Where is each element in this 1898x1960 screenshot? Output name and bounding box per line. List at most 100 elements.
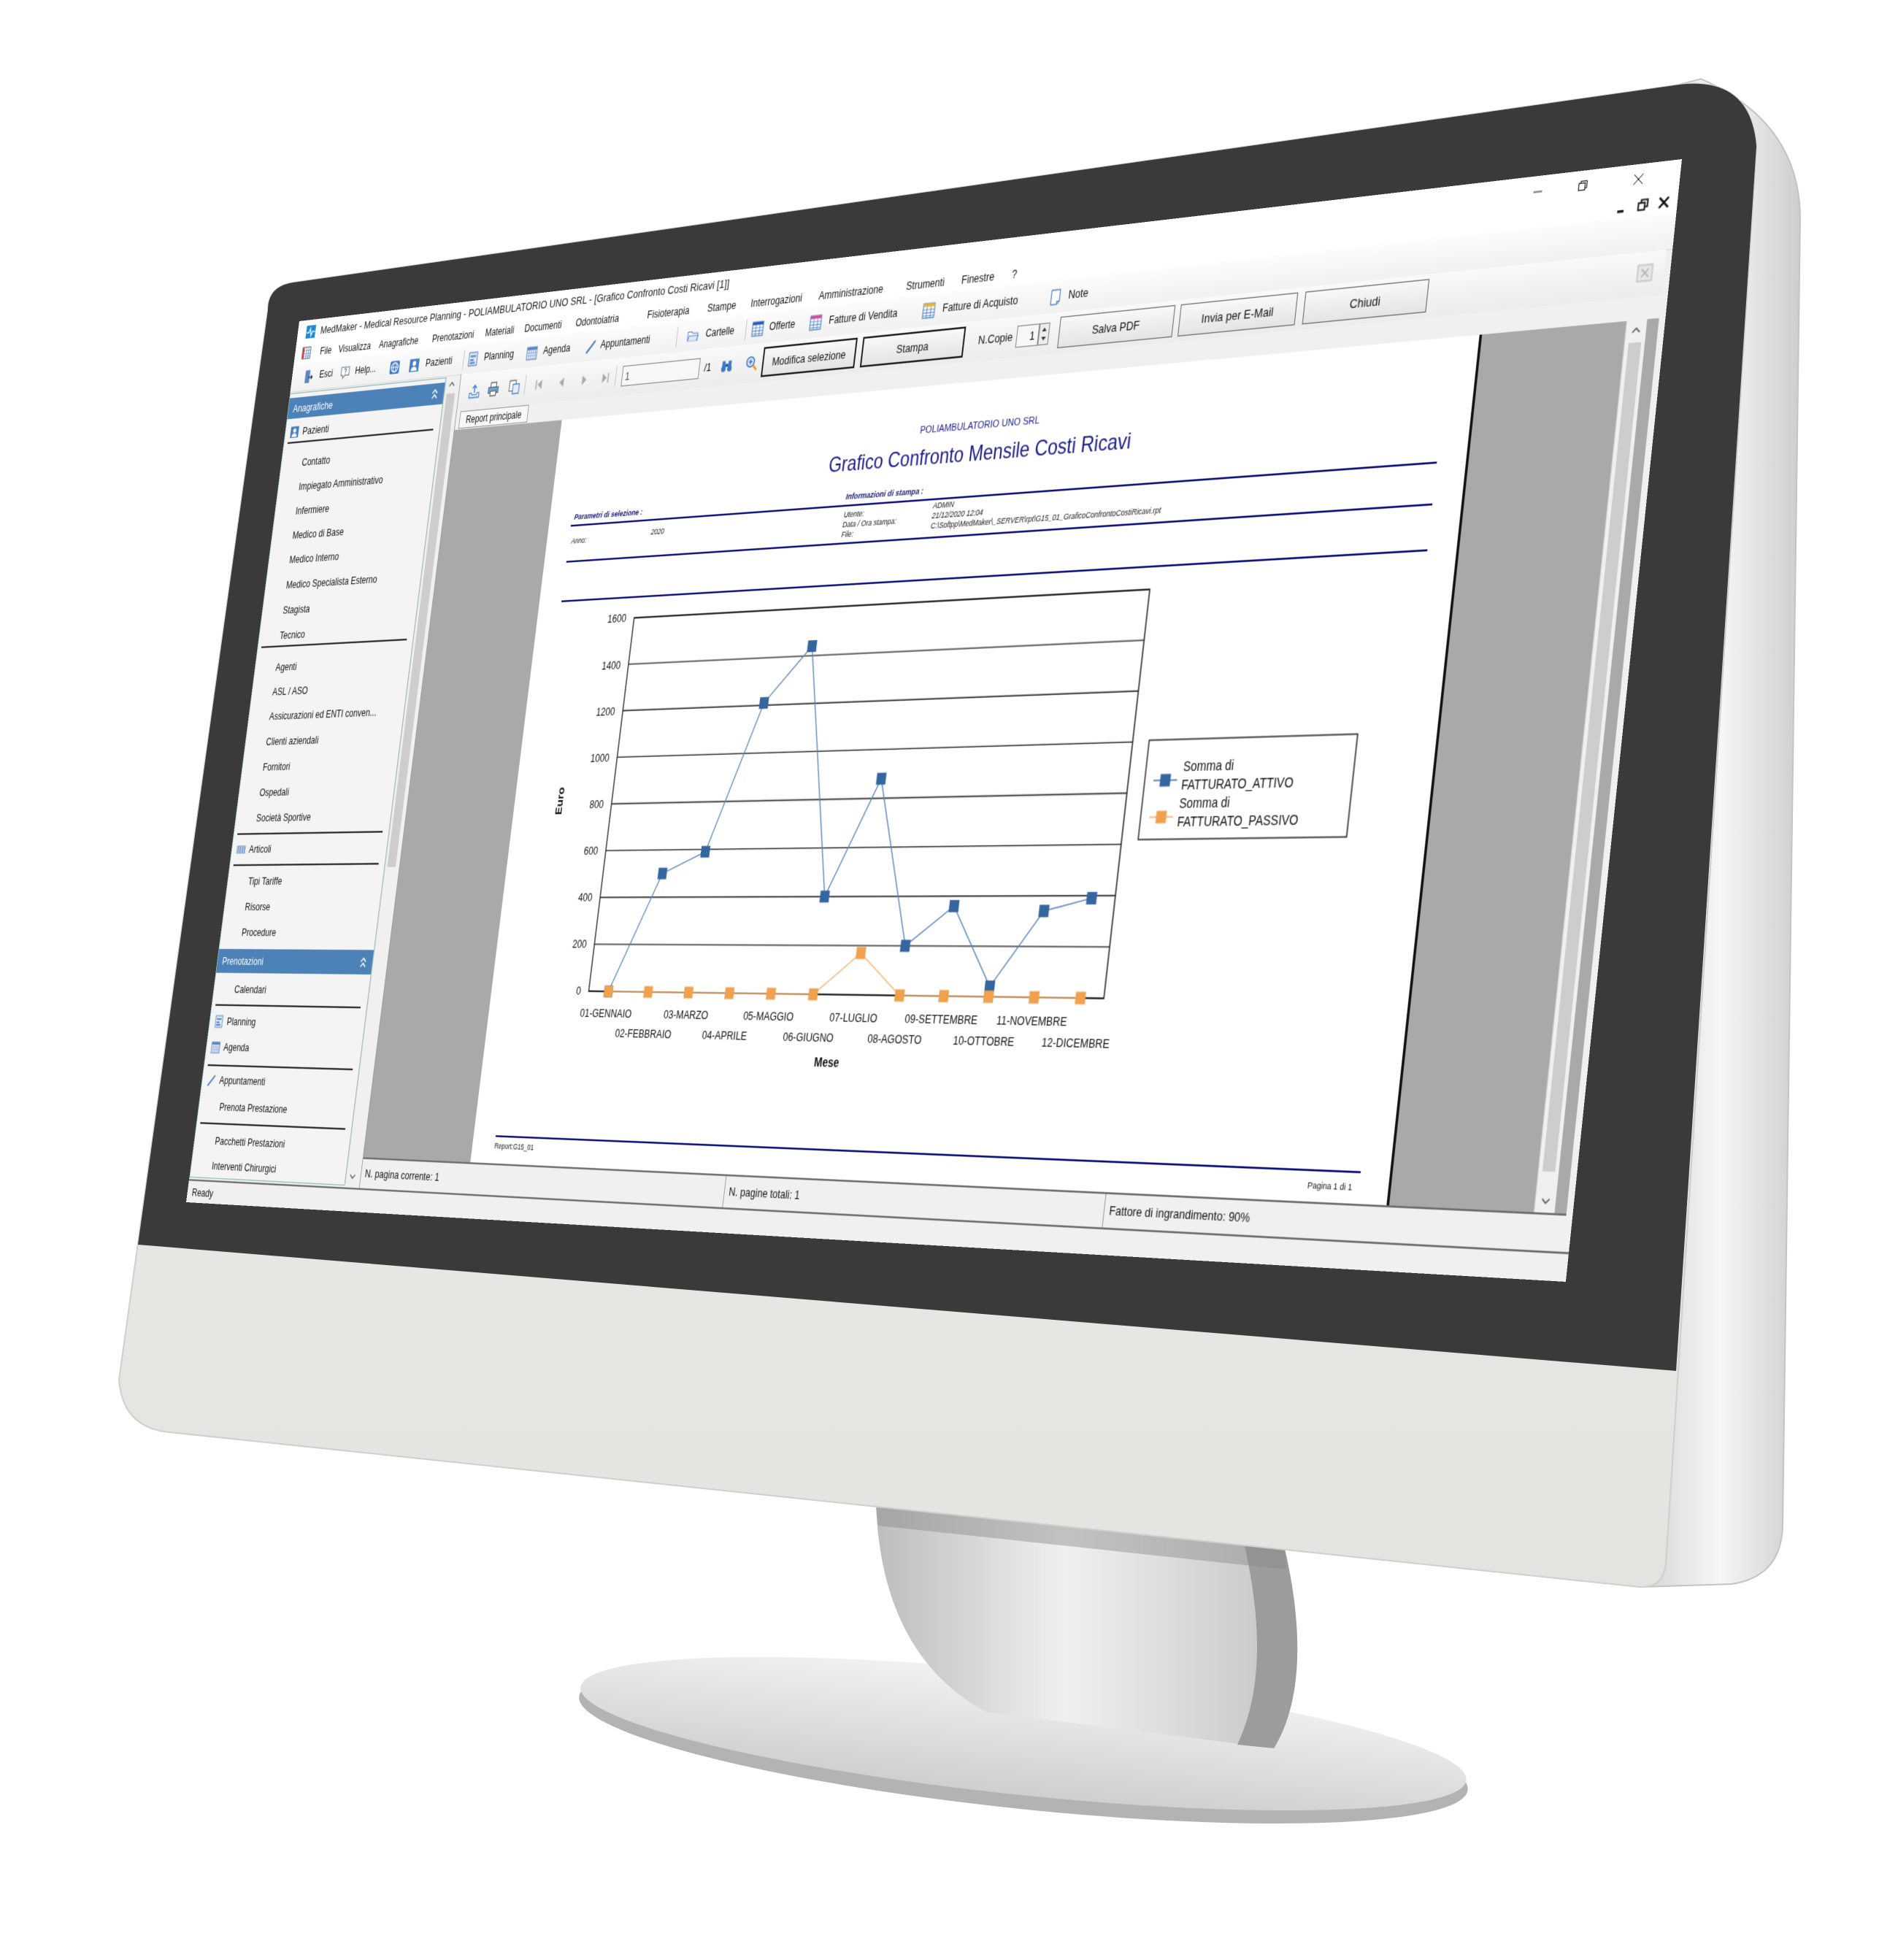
toolbar-web-button[interactable] <box>388 351 403 382</box>
toolbar-pazienti-button[interactable]: Pazienti <box>407 345 461 380</box>
sidebar-item-medico-di-base[interactable]: Medico di Base <box>271 518 428 545</box>
exit-icon <box>302 369 315 384</box>
toolbar-label: Appuntamenti <box>599 333 651 351</box>
sidebar-item-prenota-prestazione[interactable]: Prenota Prestazione <box>198 1098 354 1121</box>
sidebar-item-interventi-chirurgici[interactable]: Interventi Chirurgici <box>191 1157 347 1182</box>
sidebar-item-ospedali[interactable]: Ospedali <box>238 781 395 802</box>
sidebar-separator <box>207 1064 353 1070</box>
menu-strumenti[interactable]: Strumenti <box>905 276 945 293</box>
print-icon[interactable] <box>487 381 500 397</box>
sidebar-item-fornitori[interactable]: Fornitori <box>242 755 399 776</box>
menu-file[interactable]: File <box>319 345 332 357</box>
restore-button[interactable] <box>1561 168 1605 203</box>
gridline <box>600 896 1115 897</box>
sidebar-item-procedure[interactable]: Procedure <box>220 924 377 942</box>
sidebar-item-medico-specialista-esterno[interactable]: Medico Specialista Esterno <box>265 568 422 594</box>
legend-passivo-marker <box>1155 810 1167 824</box>
modifica-selezione-button[interactable]: Modifica selezione <box>760 337 858 377</box>
previous-page-icon[interactable] <box>555 374 568 390</box>
menu-fisioterapia[interactable]: Fisioterapia <box>647 304 691 321</box>
last-page-icon[interactable] <box>599 369 612 386</box>
sidebar-item-pacchetti-prestazioni[interactable]: Pacchetti Prestazioni <box>193 1132 350 1156</box>
sidebar-item-label: Risorse <box>244 900 272 913</box>
menu-finestre[interactable]: Finestre <box>961 270 995 286</box>
toolbar-note-button[interactable]: Note <box>1047 275 1100 314</box>
menu-documenti[interactable]: Documenti <box>524 319 563 335</box>
toolbar-help-button[interactable]: Help... <box>338 353 383 387</box>
chiudi-button[interactable]: Chiudi <box>1302 279 1430 325</box>
sidebar-item-tipi-tariffe[interactable]: Tipi Tariffe <box>227 872 384 890</box>
spin-arrows-icon[interactable] <box>1037 323 1050 346</box>
scroll-down-icon[interactable] <box>1540 1196 1551 1207</box>
minimize-button[interactable] <box>1516 174 1560 208</box>
sidebar-item-medico-interno[interactable]: Medico Interno <box>268 542 425 569</box>
sidebar-item-appuntamenti[interactable]: Appuntamenti <box>201 1072 358 1094</box>
copies-input[interactable] <box>1015 323 1040 348</box>
scroll-up-icon[interactable] <box>1630 325 1642 336</box>
passivo-marker <box>938 990 950 1003</box>
note-icon <box>1048 288 1063 307</box>
sidebar-item-contatto[interactable]: Contatto <box>280 442 437 472</box>
x-tick-label: 09-SETTEMBRE <box>904 1012 978 1027</box>
y-tick-label: 800 <box>589 798 605 811</box>
sidebar-item-risorse[interactable]: Risorse <box>223 899 380 915</box>
binoculars-icon[interactable] <box>720 357 734 374</box>
mdi-close-icon[interactable] <box>1657 195 1672 210</box>
report-id: Report:G15_01 <box>493 1141 534 1152</box>
menu-interrogazioni[interactable]: Interrogazioni <box>750 292 802 310</box>
grid-blue-icon <box>750 320 764 337</box>
close-button[interactable] <box>1616 161 1661 196</box>
sidebar-item-assicurazioni[interactable]: Assicurazioni ed ENTI conven... <box>248 703 405 726</box>
sidebar-item-tecnico[interactable]: Tecnico <box>258 620 415 645</box>
attivo-marker <box>807 639 818 653</box>
sidebar-item-articoli[interactable]: Articoli <box>231 839 388 858</box>
sidebar-item-clienti-aziendali[interactable]: Clienti aziendali <box>245 729 402 751</box>
menu-visualizza[interactable]: Visualizza <box>338 340 372 356</box>
sidebar-item-calendari[interactable]: Calendari <box>213 981 370 1000</box>
menu-prenotazioni[interactable]: Prenotazioni <box>431 328 474 345</box>
scroll-down-icon[interactable] <box>348 1172 356 1181</box>
sidebar-item-planning[interactable]: Planning <box>209 1013 365 1033</box>
sidebar-item-agenda[interactable]: Agenda <box>206 1039 362 1059</box>
menu-odontoiatria[interactable]: Odontoiatria <box>575 312 620 329</box>
scroll-up-icon[interactable] <box>447 380 456 388</box>
mdi-minimize-icon[interactable] <box>1615 199 1629 215</box>
globe-icon <box>388 359 401 375</box>
next-page-icon[interactable] <box>577 372 591 388</box>
page-number-input[interactable] <box>620 358 701 387</box>
document-icon[interactable] <box>301 346 312 360</box>
menu-materiali[interactable]: Materiali <box>485 324 515 339</box>
close-report-icon[interactable] <box>1636 263 1654 283</box>
sidebar-item-agenti[interactable]: Agenti <box>254 653 411 677</box>
collapse-chevron-icon[interactable] <box>360 958 367 968</box>
sidebar-item-societa-sportive[interactable]: Società Sportive <box>235 807 392 827</box>
y-tick-label: 400 <box>577 891 593 904</box>
sidebar-item-stagista[interactable]: Stagista <box>261 594 418 620</box>
menu-anagrafiche[interactable]: Anagrafiche <box>378 335 419 351</box>
attivo-marker <box>1038 904 1050 918</box>
collapse-chevron-icon[interactable] <box>431 389 439 399</box>
sidebar-item-infermiere[interactable]: Infermiere <box>274 492 431 520</box>
toolbar-separator <box>744 319 748 341</box>
barcode-icon <box>236 843 247 856</box>
menu-help[interactable]: ? <box>1011 268 1018 281</box>
sidebar-item-asl-aso[interactable]: ASL / ASO <box>251 677 408 701</box>
copy-icon[interactable] <box>508 379 521 395</box>
menu-stampe[interactable]: Stampe <box>707 299 737 315</box>
sidebar-group-prenotazioni[interactable]: Prenotazioni <box>216 948 374 975</box>
zoom-in-icon[interactable] <box>745 355 758 372</box>
stampa-button[interactable]: Stampa <box>859 326 967 368</box>
sidebar-item-label: ASL / ASO <box>272 683 309 698</box>
first-page-icon[interactable] <box>532 377 545 393</box>
mdi-restore-icon[interactable] <box>1636 197 1650 212</box>
copies-spinner[interactable] <box>1015 323 1050 348</box>
invia-email-button[interactable]: Invia per E-Mail <box>1177 292 1299 337</box>
sidebar-item-label: Pazienti <box>301 422 330 437</box>
planning-icon <box>214 1015 225 1028</box>
sidebar-item-label: Contatto <box>301 453 331 469</box>
sidebar-item-impiegato-amministrativo[interactable]: Impiegato Amministrativo <box>277 467 434 496</box>
y-tick-label: 1600 <box>607 612 627 626</box>
export-icon[interactable] <box>468 383 481 399</box>
toolbar-esci-button[interactable]: Esci <box>301 358 337 391</box>
salva-pdf-button[interactable]: Salva PDF <box>1057 304 1176 349</box>
